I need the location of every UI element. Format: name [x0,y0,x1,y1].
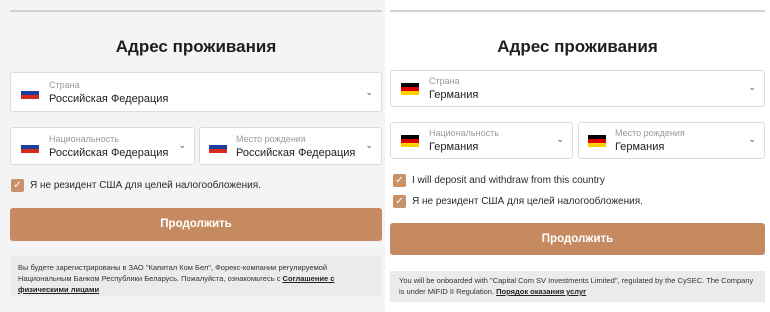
country-label: Страна [49,80,80,90]
chevron-down-icon: ⌄ [748,134,756,144]
chevron-down-icon: ⌄ [365,140,373,150]
page-title: Адрес проживания [115,37,277,56]
country-value: Российская Федерация [49,93,169,105]
check-icon: ✓ [13,180,22,191]
birthplace-select[interactable]: Место рождения Германия ⌄ [578,122,765,159]
legal-notice-text: Вы будете зарегистрированы в ЗАО "Капита… [18,263,328,283]
country-select[interactable]: Страна Российская Федерация ⌄ [10,72,382,112]
country-label: Страна [429,76,460,86]
russia-flag-icon [21,141,39,153]
birthplace-label: Место рождения [615,128,685,138]
check-icon: ✓ [395,196,404,207]
divider [390,10,765,12]
legal-notice: You will be onboarded with "Capital Com … [390,271,765,302]
left-form-panel: Адрес проживания Страна Российская Федер… [0,0,385,312]
nationality-select[interactable]: Национальность Германия ⌄ [390,122,573,159]
us-resident-checkbox[interactable]: ✓ [11,179,24,192]
continue-button[interactable]: Продолжить [10,208,382,241]
chevron-down-icon: ⌄ [556,134,564,144]
birthplace-value: Германия [615,141,665,153]
russia-flag-icon [209,141,227,153]
germany-flag-icon [401,135,419,147]
deposit-country-label: I will deposit and withdraw from this co… [412,175,605,186]
legal-notice: Вы будете зарегистрированы в ЗАО "Капита… [10,256,382,296]
germany-flag-icon [401,83,419,95]
right-form-panel: Адрес проживания Страна Германия ⌄ Нацио… [385,0,770,312]
page-title: Адрес проживания [497,37,658,56]
chevron-down-icon: ⌄ [748,82,756,92]
country-select[interactable]: Страна Германия ⌄ [390,70,765,107]
divider [10,10,382,12]
check-icon: ✓ [395,175,404,186]
nationality-label: Национальность [429,128,499,138]
birthplace-value: Российская Федерация [236,147,356,159]
birthplace-label: Место рождения [236,134,306,144]
chevron-down-icon: ⌄ [365,87,373,97]
nationality-value: Германия [429,141,479,153]
nationality-value: Российская Федерация [49,147,169,159]
us-resident-label: Я не резидент США для целей налогообложе… [412,196,643,207]
deposit-country-checkbox[interactable]: ✓ [393,174,406,187]
nationality-select[interactable]: Национальность Российская Федерация ⌄ [10,127,195,165]
nationality-label: Национальность [49,134,119,144]
us-resident-label: Я не резидент США для целей налогообложе… [30,180,261,191]
continue-button[interactable]: Продолжить [390,223,765,255]
country-value: Германия [429,89,479,101]
service-terms-link[interactable]: Порядок оказания услуг [496,287,586,296]
germany-flag-icon [588,135,606,147]
birthplace-select[interactable]: Место рождения Российская Федерация ⌄ [199,127,382,165]
us-resident-checkbox[interactable]: ✓ [393,195,406,208]
russia-flag-icon [21,87,39,99]
chevron-down-icon: ⌄ [178,140,186,150]
